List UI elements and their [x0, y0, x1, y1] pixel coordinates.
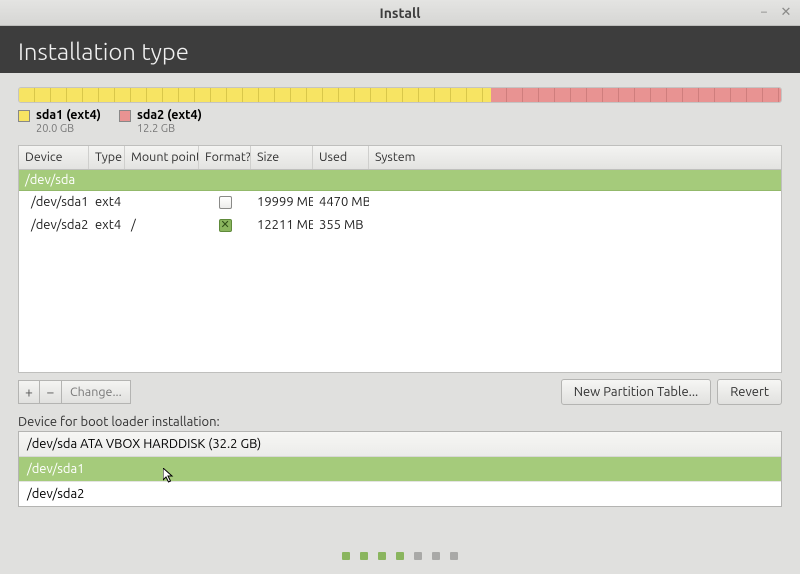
- partition-table: Device Type Mount point Format? Size Use…: [18, 145, 782, 373]
- cell-device: /dev/sda2: [19, 218, 89, 232]
- bootloader-current-option[interactable]: /dev/sda ATA VBOX HARDDISK (32.2 GB): [19, 432, 781, 457]
- table-row[interactable]: /dev/sda2 ext4 / 12211 MB 355 MB: [19, 214, 781, 237]
- legend-label: sda2 (ext4): [137, 109, 202, 123]
- titlebar: Install − ✕: [0, 0, 800, 26]
- legend-label: sda1 (ext4): [36, 109, 101, 123]
- format-checkbox[interactable]: [219, 219, 232, 232]
- remove-partition-button[interactable]: −: [40, 380, 62, 404]
- table-row[interactable]: /dev/sda1 ext4 19999 MB 4470 MB: [19, 191, 781, 214]
- new-partition-table-button[interactable]: New Partition Table...: [561, 379, 712, 405]
- partition-legend: sda1 (ext4) 20.0 GB sda2 (ext4) 12.2 GB: [18, 109, 782, 135]
- cell-mount: /: [125, 218, 199, 232]
- legend-item-sda1: sda1 (ext4) 20.0 GB: [18, 109, 101, 135]
- partition-bar-sda2: [491, 88, 781, 102]
- legend-item-sda2: sda2 (ext4) 12.2 GB: [119, 109, 202, 135]
- pager-dot[interactable]: [450, 552, 458, 560]
- legend-swatch-icon: [119, 110, 131, 122]
- pager-dot[interactable]: [342, 552, 350, 560]
- cell-format[interactable]: [199, 196, 251, 209]
- install-window: Install − ✕ Installation type sda1 (ext4…: [0, 0, 800, 574]
- cell-format[interactable]: [199, 219, 251, 232]
- add-partition-button[interactable]: +: [18, 380, 40, 404]
- cell-size: 12211 MB: [251, 218, 313, 232]
- content-area: sda1 (ext4) 20.0 GB sda2 (ext4) 12.2 GB …: [0, 73, 800, 530]
- disk-row-sda[interactable]: /dev/sda: [19, 170, 781, 191]
- col-used[interactable]: Used: [313, 146, 369, 169]
- partition-bar: [18, 87, 782, 103]
- cell-used: 4470 MB: [313, 195, 369, 209]
- legend-size: 20.0 GB: [36, 123, 101, 135]
- cell-type: ext4: [89, 195, 125, 209]
- col-system[interactable]: System: [369, 146, 781, 169]
- page-title: Installation type: [0, 26, 800, 73]
- bootloader-option-sda1[interactable]: /dev/sda1: [19, 457, 781, 481]
- pager-dot[interactable]: [396, 552, 404, 560]
- col-mount[interactable]: Mount point: [125, 146, 199, 169]
- minimize-button[interactable]: −: [756, 4, 772, 20]
- cell-type: ext4: [89, 218, 125, 232]
- close-button[interactable]: ✕: [778, 4, 794, 20]
- legend-size: 12.2 GB: [137, 123, 202, 135]
- table-header: Device Type Mount point Format? Size Use…: [19, 146, 781, 170]
- col-format[interactable]: Format?: [199, 146, 251, 169]
- format-checkbox[interactable]: [219, 196, 232, 209]
- bootloader-label: Device for boot loader installation:: [18, 415, 782, 429]
- partition-bar-sda1: [19, 88, 491, 102]
- col-size[interactable]: Size: [251, 146, 313, 169]
- pager-dot[interactable]: [432, 552, 440, 560]
- legend-swatch-icon: [18, 110, 30, 122]
- col-device[interactable]: Device: [19, 146, 89, 169]
- partition-toolbar: + − Change... New Partition Table... Rev…: [18, 379, 782, 405]
- cell-device: /dev/sda1: [19, 195, 89, 209]
- pager-dot[interactable]: [378, 552, 386, 560]
- revert-button[interactable]: Revert: [717, 379, 782, 405]
- cell-used: 355 MB: [313, 218, 369, 232]
- titlebar-controls: − ✕: [756, 4, 794, 20]
- pager-dot[interactable]: [414, 552, 422, 560]
- pager-dot[interactable]: [360, 552, 368, 560]
- pager-dots: [0, 530, 800, 574]
- window-title: Install: [0, 5, 800, 21]
- col-type[interactable]: Type: [89, 146, 125, 169]
- bootloader-option-sda2[interactable]: /dev/sda2: [19, 481, 781, 506]
- cell-size: 19999 MB: [251, 195, 313, 209]
- change-partition-button[interactable]: Change...: [62, 380, 131, 404]
- bootloader-dropdown[interactable]: /dev/sda ATA VBOX HARDDISK (32.2 GB) /de…: [18, 431, 782, 507]
